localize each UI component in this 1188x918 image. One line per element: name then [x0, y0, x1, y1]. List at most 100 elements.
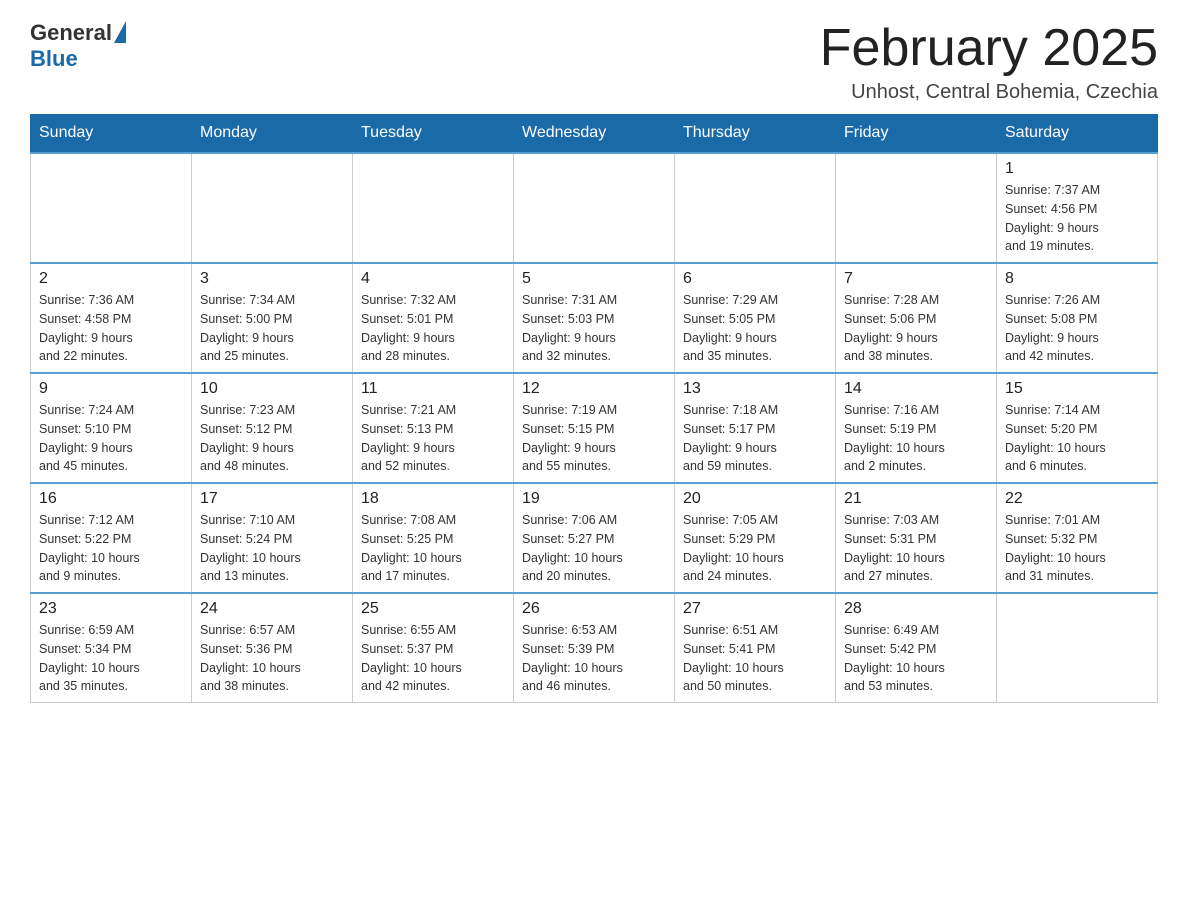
day-info: Sunrise: 7:37 AMSunset: 4:56 PMDaylight:…: [1005, 181, 1149, 256]
day-info: Sunrise: 7:24 AMSunset: 5:10 PMDaylight:…: [39, 401, 183, 476]
day-number: 10: [200, 380, 344, 398]
day-number: 24: [200, 600, 344, 618]
day-info: Sunrise: 6:59 AMSunset: 5:34 PMDaylight:…: [39, 621, 183, 696]
day-number: 2: [39, 270, 183, 288]
day-number: 25: [361, 600, 505, 618]
day-cell: 3 Sunrise: 7:34 AMSunset: 5:00 PMDaylight…: [192, 263, 353, 373]
day-number: 26: [522, 600, 666, 618]
day-info: Sunrise: 7:16 AMSunset: 5:19 PMDaylight:…: [844, 401, 988, 476]
day-number: 12: [522, 380, 666, 398]
day-number: 20: [683, 490, 827, 508]
day-number: 7: [844, 270, 988, 288]
day-cell: 7 Sunrise: 7:28 AMSunset: 5:06 PMDaylight…: [836, 263, 997, 373]
day-cell: 1 Sunrise: 7:37 AMSunset: 4:56 PMDaylight…: [997, 153, 1158, 263]
day-info: Sunrise: 7:10 AMSunset: 5:24 PMDaylight:…: [200, 511, 344, 586]
day-cell: 13 Sunrise: 7:18 AMSunset: 5:17 PMDayligh…: [675, 373, 836, 483]
day-cell: 2 Sunrise: 7:36 AMSunset: 4:58 PMDaylight…: [31, 263, 192, 373]
col-monday: Monday: [192, 114, 353, 153]
day-cell: 17 Sunrise: 7:10 AMSunset: 5:24 PMDayligh…: [192, 483, 353, 593]
day-number: 27: [683, 600, 827, 618]
day-number: 8: [1005, 270, 1149, 288]
day-cell: 10 Sunrise: 7:23 AMSunset: 5:12 PMDayligh…: [192, 373, 353, 483]
col-saturday: Saturday: [997, 114, 1158, 153]
day-cell: 22 Sunrise: 7:01 AMSunset: 5:32 PMDayligh…: [997, 483, 1158, 593]
day-cell: [836, 153, 997, 263]
logo: General Blue: [30, 20, 126, 72]
day-info: Sunrise: 7:08 AMSunset: 5:25 PMDaylight:…: [361, 511, 505, 586]
col-wednesday: Wednesday: [514, 114, 675, 153]
day-cell: [675, 153, 836, 263]
col-sunday: Sunday: [31, 114, 192, 153]
day-number: 9: [39, 380, 183, 398]
day-info: Sunrise: 7:21 AMSunset: 5:13 PMDaylight:…: [361, 401, 505, 476]
day-number: 17: [200, 490, 344, 508]
day-info: Sunrise: 6:49 AMSunset: 5:42 PMDaylight:…: [844, 621, 988, 696]
day-cell: 9 Sunrise: 7:24 AMSunset: 5:10 PMDaylight…: [31, 373, 192, 483]
day-number: 14: [844, 380, 988, 398]
day-info: Sunrise: 6:57 AMSunset: 5:36 PMDaylight:…: [200, 621, 344, 696]
day-info: Sunrise: 7:03 AMSunset: 5:31 PMDaylight:…: [844, 511, 988, 586]
day-info: Sunrise: 7:36 AMSunset: 4:58 PMDaylight:…: [39, 291, 183, 366]
day-info: Sunrise: 7:29 AMSunset: 5:05 PMDaylight:…: [683, 291, 827, 366]
day-info: Sunrise: 7:01 AMSunset: 5:32 PMDaylight:…: [1005, 511, 1149, 586]
day-cell: 15 Sunrise: 7:14 AMSunset: 5:20 PMDayligh…: [997, 373, 1158, 483]
day-info: Sunrise: 7:12 AMSunset: 5:22 PMDaylight:…: [39, 511, 183, 586]
day-cell: 18 Sunrise: 7:08 AMSunset: 5:25 PMDayligh…: [353, 483, 514, 593]
day-cell: 25 Sunrise: 6:55 AMSunset: 5:37 PMDayligh…: [353, 593, 514, 703]
day-number: 15: [1005, 380, 1149, 398]
day-info: Sunrise: 7:19 AMSunset: 5:15 PMDaylight:…: [522, 401, 666, 476]
day-cell: [353, 153, 514, 263]
page-header: General Blue February 2025 Unhost, Centr…: [30, 20, 1158, 104]
week-row-0: 1 Sunrise: 7:37 AMSunset: 4:56 PMDaylight…: [31, 153, 1158, 263]
day-number: 18: [361, 490, 505, 508]
day-info: Sunrise: 7:31 AMSunset: 5:03 PMDaylight:…: [522, 291, 666, 366]
day-cell: 8 Sunrise: 7:26 AMSunset: 5:08 PMDaylight…: [997, 263, 1158, 373]
day-number: 22: [1005, 490, 1149, 508]
day-number: 11: [361, 380, 505, 398]
day-cell: 4Sunrise: 7:32 AMSunset: 5:01 PMDaylight…: [353, 263, 514, 373]
day-number: 23: [39, 600, 183, 618]
logo-blue-text: Blue: [30, 46, 78, 72]
day-info: Sunrise: 6:55 AMSunset: 5:37 PMDaylight:…: [361, 621, 505, 696]
day-cell: 24 Sunrise: 6:57 AMSunset: 5:36 PMDayligh…: [192, 593, 353, 703]
day-number: 13: [683, 380, 827, 398]
day-cell: 27Sunrise: 6:51 AMSunset: 5:41 PMDayligh…: [675, 593, 836, 703]
day-cell: [997, 593, 1158, 703]
title-section: February 2025 Unhost, Central Bohemia, C…: [820, 20, 1158, 104]
day-info: Sunrise: 7:23 AMSunset: 5:12 PMDaylight:…: [200, 401, 344, 476]
day-info: Sunrise: 7:34 AMSunset: 5:00 PMDaylight:…: [200, 291, 344, 366]
day-number: 21: [844, 490, 988, 508]
week-row-4: 23 Sunrise: 6:59 AMSunset: 5:34 PMDayligh…: [31, 593, 1158, 703]
logo-general-text: General: [30, 20, 112, 46]
day-cell: 16 Sunrise: 7:12 AMSunset: 5:22 PMDayligh…: [31, 483, 192, 593]
day-info: Sunrise: 7:14 AMSunset: 5:20 PMDaylight:…: [1005, 401, 1149, 476]
day-number: 16: [39, 490, 183, 508]
day-info: Sunrise: 7:26 AMSunset: 5:08 PMDaylight:…: [1005, 291, 1149, 366]
day-info: Sunrise: 7:28 AMSunset: 5:06 PMDaylight:…: [844, 291, 988, 366]
day-cell: 28Sunrise: 6:49 AMSunset: 5:42 PMDayligh…: [836, 593, 997, 703]
day-info: Sunrise: 7:18 AMSunset: 5:17 PMDaylight:…: [683, 401, 827, 476]
week-row-3: 16 Sunrise: 7:12 AMSunset: 5:22 PMDayligh…: [31, 483, 1158, 593]
day-cell: 11 Sunrise: 7:21 AMSunset: 5:13 PMDayligh…: [353, 373, 514, 483]
day-number: 3: [200, 270, 344, 288]
day-cell: 14 Sunrise: 7:16 AMSunset: 5:19 PMDayligh…: [836, 373, 997, 483]
day-number: 5: [522, 270, 666, 288]
day-info: Sunrise: 6:53 AMSunset: 5:39 PMDaylight:…: [522, 621, 666, 696]
day-info: Sunrise: 7:32 AMSunset: 5:01 PMDaylight:…: [361, 291, 505, 366]
day-number: 1: [1005, 160, 1149, 178]
day-cell: 23 Sunrise: 6:59 AMSunset: 5:34 PMDayligh…: [31, 593, 192, 703]
week-row-1: 2 Sunrise: 7:36 AMSunset: 4:58 PMDaylight…: [31, 263, 1158, 373]
day-cell: 12 Sunrise: 7:19 AMSunset: 5:15 PMDayligh…: [514, 373, 675, 483]
day-info: Sunrise: 7:06 AMSunset: 5:27 PMDaylight:…: [522, 511, 666, 586]
calendar-table: Sunday Monday Tuesday Wednesday Thursday…: [30, 114, 1158, 703]
day-cell: [514, 153, 675, 263]
day-info: Sunrise: 7:05 AMSunset: 5:29 PMDaylight:…: [683, 511, 827, 586]
day-cell: [192, 153, 353, 263]
col-tuesday: Tuesday: [353, 114, 514, 153]
day-cell: 19Sunrise: 7:06 AMSunset: 5:27 PMDayligh…: [514, 483, 675, 593]
day-number: 6: [683, 270, 827, 288]
day-cell: 21 Sunrise: 7:03 AMSunset: 5:31 PMDayligh…: [836, 483, 997, 593]
day-cell: 26 Sunrise: 6:53 AMSunset: 5:39 PMDayligh…: [514, 593, 675, 703]
day-cell: 5 Sunrise: 7:31 AMSunset: 5:03 PMDaylight…: [514, 263, 675, 373]
week-row-2: 9 Sunrise: 7:24 AMSunset: 5:10 PMDaylight…: [31, 373, 1158, 483]
